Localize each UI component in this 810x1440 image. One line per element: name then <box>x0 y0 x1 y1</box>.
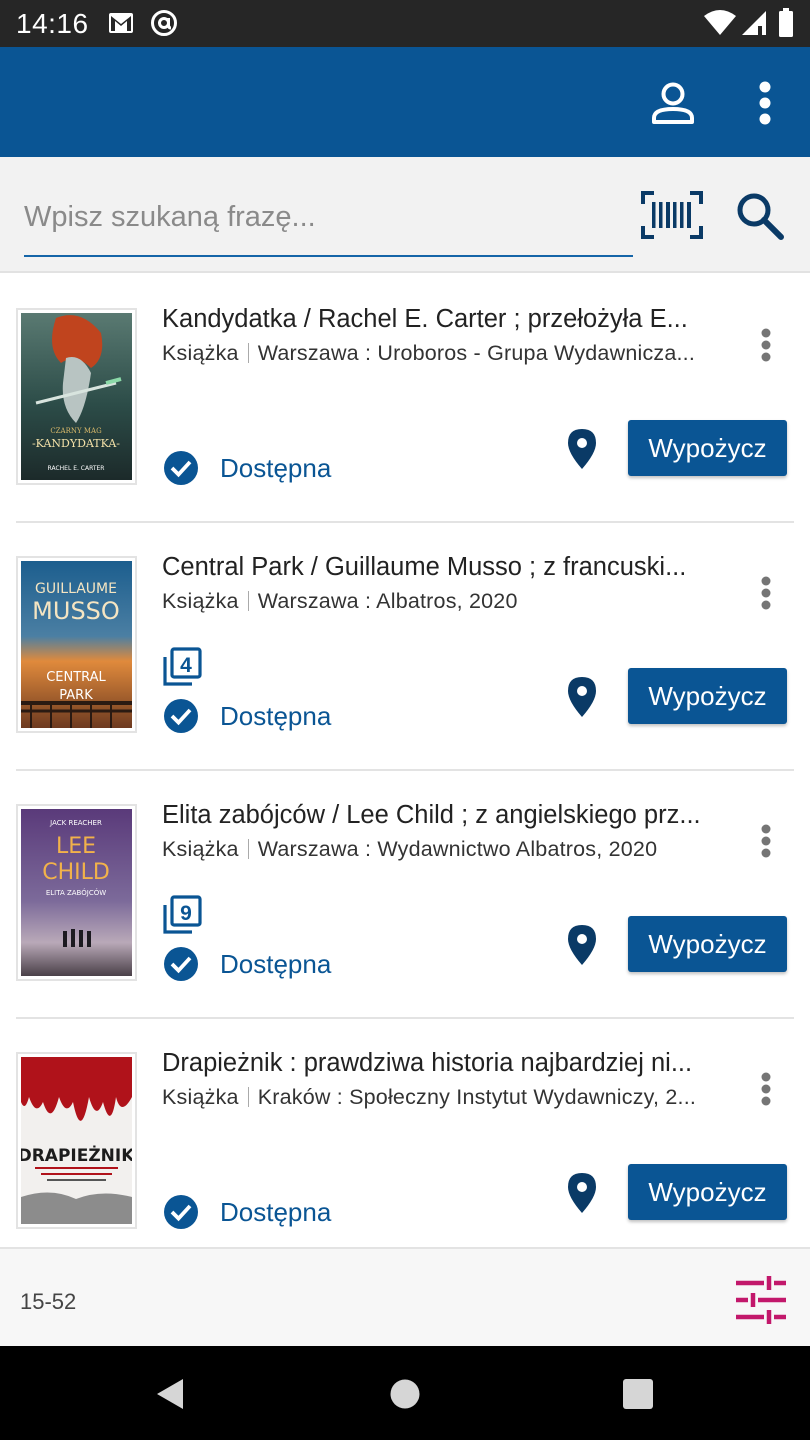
tune-icon[interactable] <box>734 1275 788 1325</box>
item-meta: Książka Warszawa : Uroboros - Grupa Wydaw… <box>162 341 727 366</box>
item-title[interactable]: Drapieżnik : prawdziwa historia najbardz… <box>162 1049 727 1078</box>
separator <box>247 1087 249 1107</box>
search-icon[interactable] <box>734 190 786 242</box>
recents-icon[interactable] <box>622 1378 654 1410</box>
item-title[interactable]: Central Park / Guillaume Musso ; z franc… <box>162 553 727 582</box>
more-vert-icon[interactable] <box>752 1069 780 1109</box>
item-meta: Książka Warszawa : Wydawnictwo Albatros, … <box>162 837 727 862</box>
book-cover[interactable]: DRAPIEŻNIK <box>16 1052 137 1229</box>
borrow-button[interactable]: Wypożycz <box>628 916 787 972</box>
copies-count: 9 <box>180 902 192 925</box>
account-icon[interactable] <box>645 78 701 134</box>
battery-icon <box>779 8 793 37</box>
list-item[interactable]: DRAPIEŻNIK Drapieżnik : prawdziwa histor… <box>0 1019 810 1247</box>
item-type: Książka <box>162 1085 239 1109</box>
copies-count-icon: 9 <box>163 895 202 934</box>
cover-text: GUILLAUME <box>35 581 117 597</box>
result-list: CZARNY MAG -KANDYDATKA- RACHEL E. CARTER… <box>0 275 810 1247</box>
item-publication: Warszawa : Albatros, 2020 <box>257 589 518 613</box>
status-time: 14:16 <box>16 8 89 39</box>
location-pin-icon[interactable] <box>564 675 600 719</box>
cover-text: PARK <box>59 688 93 703</box>
check-circle-icon <box>164 451 198 485</box>
signal-icon <box>742 11 766 35</box>
list-item[interactable]: CZARNY MAG -KANDYDATKA- RACHEL E. CARTER… <box>0 275 810 523</box>
search-input[interactable] <box>24 185 633 257</box>
at-sign-icon <box>151 10 177 36</box>
check-circle-icon <box>164 1195 198 1229</box>
borrow-button[interactable]: Wypożycz <box>628 668 787 724</box>
book-cover[interactable]: CZARNY MAG -KANDYDATKA- RACHEL E. CARTER <box>16 308 137 485</box>
cover-text: DRAPIEŻNIK <box>21 1144 132 1166</box>
status-label: Dostępna <box>220 1197 332 1227</box>
item-publication: Warszawa : Wydawnictwo Albatros, 2020 <box>257 837 658 861</box>
barcode-scan-icon[interactable] <box>640 190 704 240</box>
gmail-icon <box>109 13 133 33</box>
navigation-bar <box>0 1346 810 1440</box>
status-label: Dostępna <box>220 949 332 979</box>
separator <box>247 839 249 859</box>
borrow-button[interactable]: Wypożycz <box>628 1164 787 1220</box>
more-vert-icon[interactable] <box>752 325 780 365</box>
item-publication: Kraków : Społeczny Instytut Wydawniczy, … <box>257 1085 697 1109</box>
more-vert-icon[interactable] <box>745 78 785 134</box>
item-title[interactable]: Elita zabójców / Lee Child ; z angielski… <box>162 801 727 830</box>
status-label: Dostępna <box>220 701 332 731</box>
cover-text: CZARNY MAG <box>50 427 102 435</box>
copies-count: 4 <box>180 654 192 677</box>
location-pin-icon[interactable] <box>564 427 600 471</box>
cover-text: CHILD <box>42 860 110 885</box>
borrow-button[interactable]: Wypożycz <box>628 420 787 476</box>
item-type: Książka <box>162 341 239 365</box>
bottom-bar: 15-52 <box>0 1247 810 1346</box>
item-title[interactable]: Kandydatka / Rachel E. Carter ; przełoży… <box>162 305 727 334</box>
wifi-icon <box>704 10 736 35</box>
cover-text: LEE <box>56 834 96 859</box>
app-bar <box>0 47 810 157</box>
copies-count-icon: 4 <box>163 647 202 686</box>
cover-text: MUSSO <box>32 597 120 625</box>
cover-text: RACHEL E. CARTER <box>48 465 105 472</box>
cover-text: -KANDYDATKA- <box>32 437 120 450</box>
item-type: Książka <box>162 589 239 613</box>
more-vert-icon[interactable] <box>752 573 780 613</box>
separator <box>247 591 249 611</box>
book-cover[interactable]: GUILLAUME MUSSO CENTRAL PARK <box>16 556 137 733</box>
separator <box>247 343 249 363</box>
location-pin-icon[interactable] <box>564 923 600 967</box>
check-circle-icon <box>164 947 198 981</box>
location-pin-icon[interactable] <box>564 1171 600 1215</box>
item-type: Książka <box>162 837 239 861</box>
home-icon[interactable] <box>389 1378 421 1410</box>
check-circle-icon <box>164 699 198 733</box>
item-meta: Książka Warszawa : Albatros, 2020 <box>162 589 727 614</box>
cover-text: JACK REACHER <box>49 819 102 827</box>
list-item[interactable]: JACK REACHER LEE CHILD ELITA ZABÓJCÓW El… <box>0 771 810 1019</box>
book-cover[interactable]: JACK REACHER LEE CHILD ELITA ZABÓJCÓW <box>16 804 137 981</box>
more-vert-icon[interactable] <box>752 821 780 861</box>
status-label: Dostępna <box>220 453 332 483</box>
cover-text: ELITA ZABÓJCÓW <box>46 888 106 897</box>
status-bar: 14:16 <box>0 0 810 47</box>
search-bar <box>0 157 810 273</box>
item-publication: Warszawa : Uroboros - Grupa Wydawnicza..… <box>257 341 696 365</box>
list-item[interactable]: GUILLAUME MUSSO CENTRAL PARK Central Par… <box>0 523 810 771</box>
cover-text: CENTRAL <box>46 670 106 685</box>
back-icon[interactable] <box>153 1376 187 1412</box>
item-meta: Książka Kraków : Społeczny Instytut Wydaw… <box>162 1085 727 1110</box>
results-range: 15-52 <box>20 1289 77 1314</box>
